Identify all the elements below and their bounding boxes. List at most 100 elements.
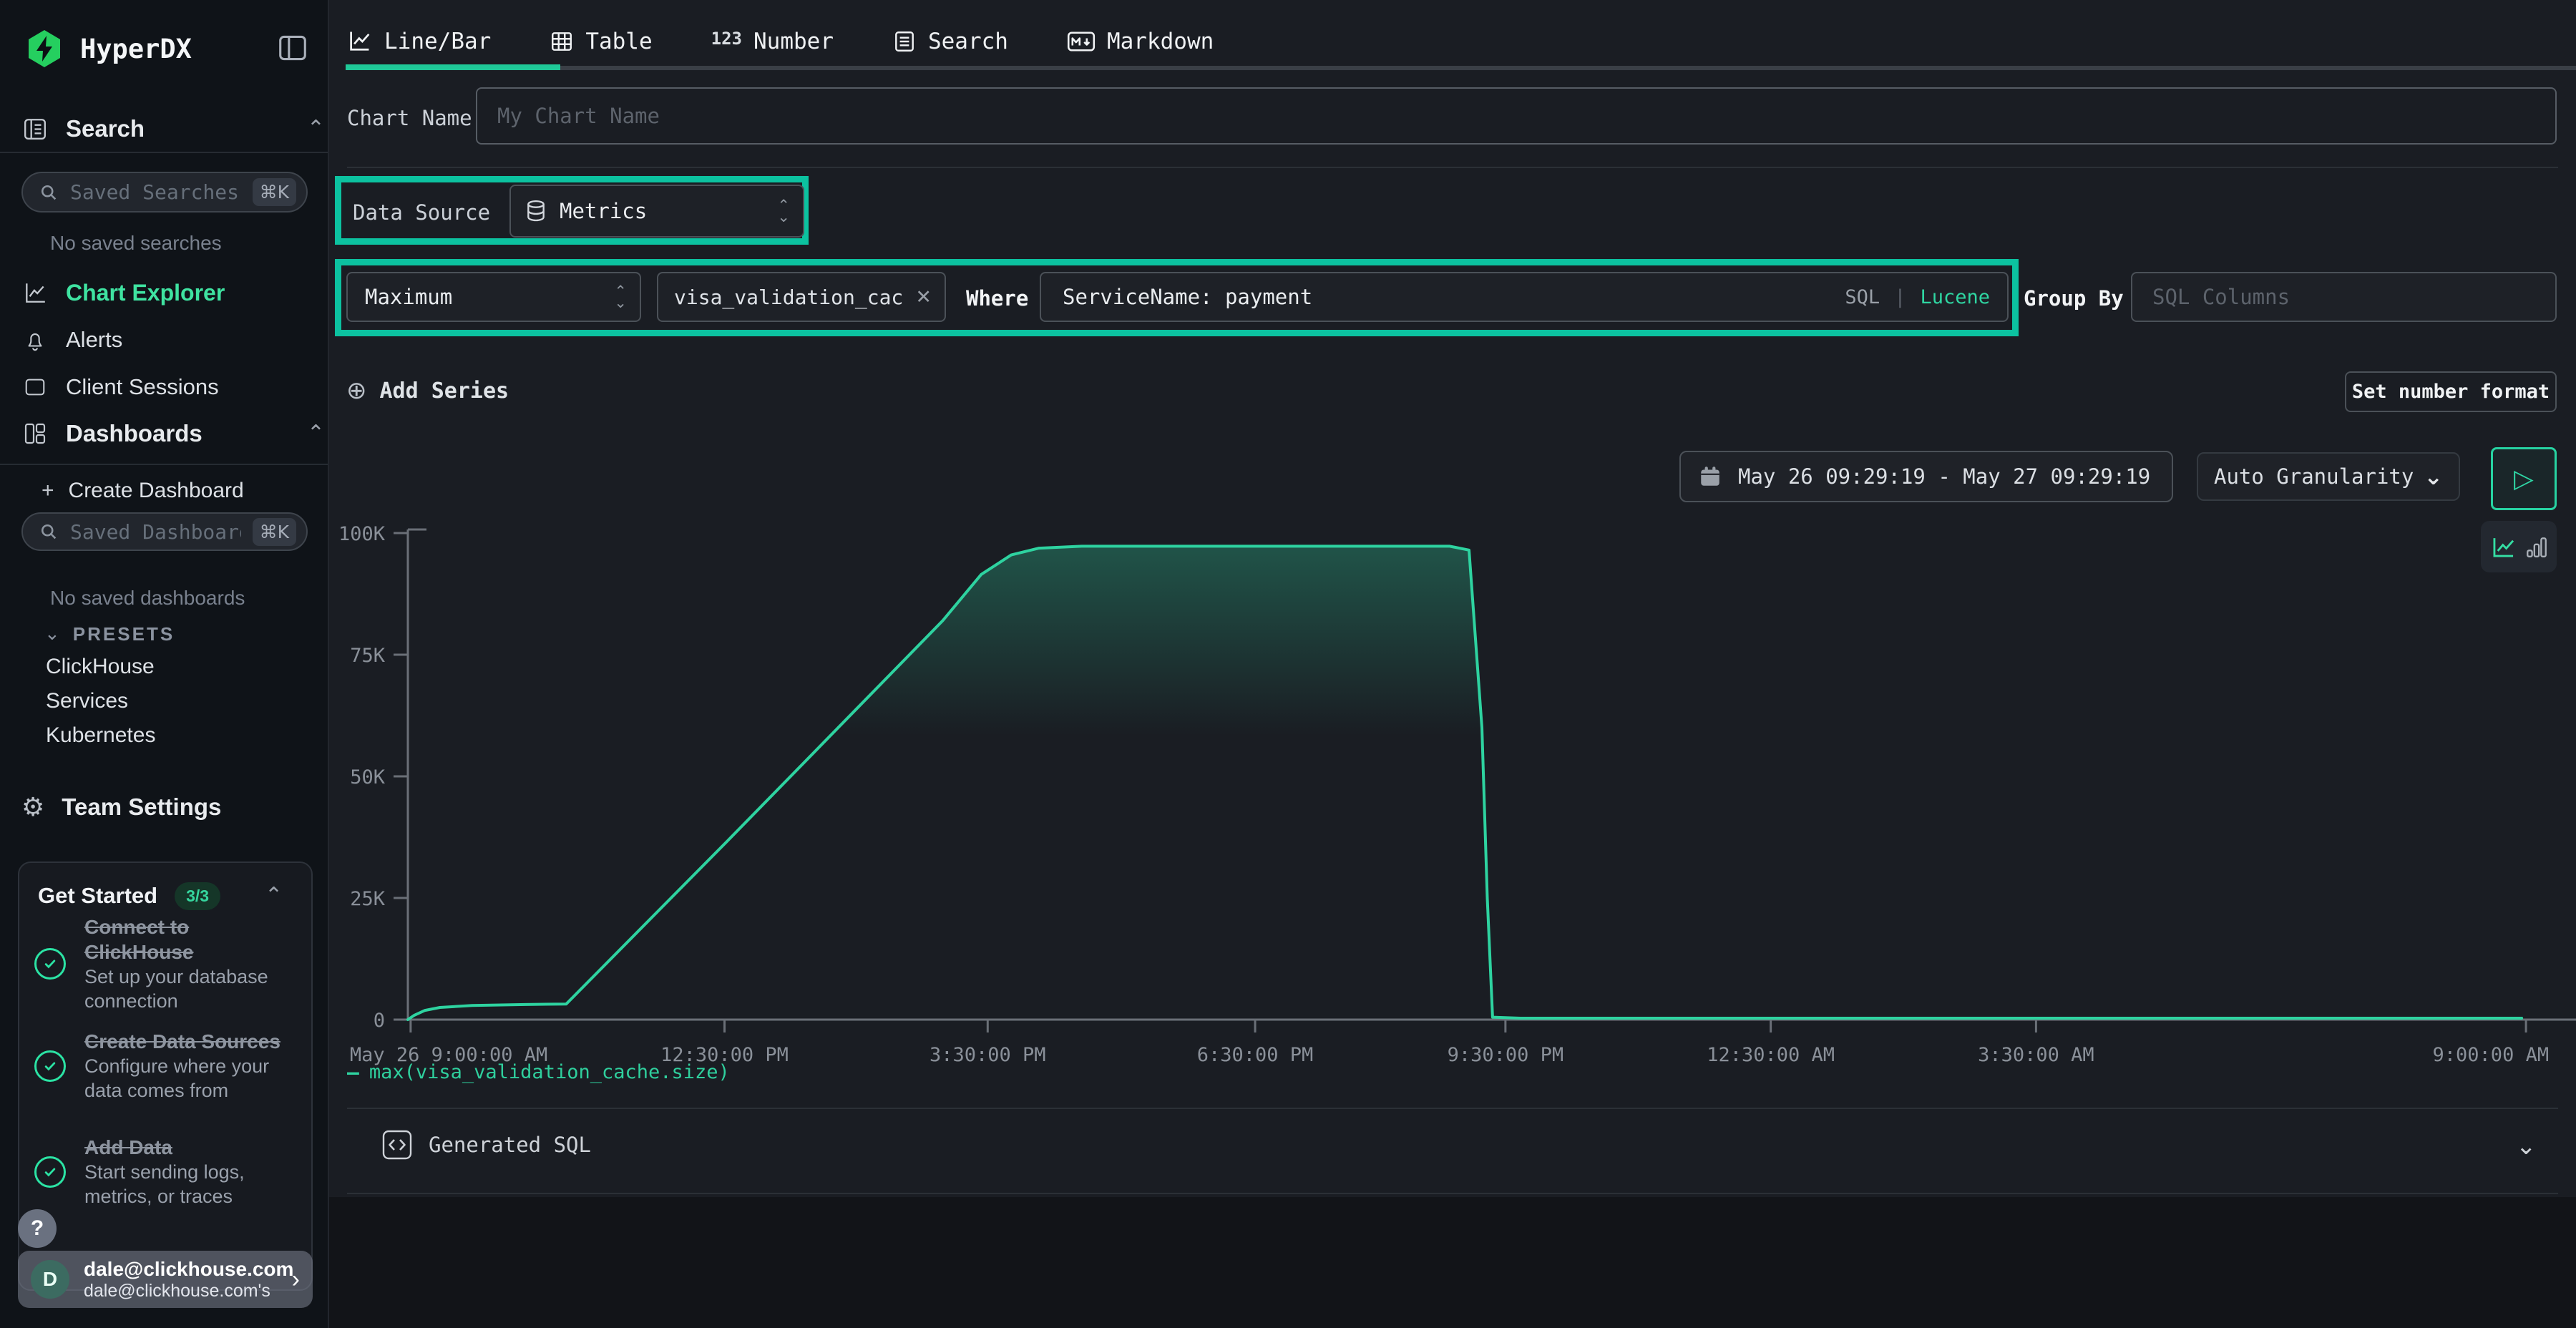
generated-sql-label: Generated SQL (429, 1133, 591, 1157)
tab-markdown[interactable]: Markdown (1067, 29, 1214, 54)
client-sessions-label: Client Sessions (66, 374, 219, 400)
search-section-label: Search (66, 115, 145, 142)
client-sessions-icon (23, 375, 47, 399)
create-dashboard-button[interactable]: + Create Dashboard (0, 475, 369, 507)
chevron-up-icon[interactable]: ⌃ (265, 885, 283, 907)
svg-text:50K: 50K (350, 766, 386, 788)
generated-sql-header[interactable]: Generated SQL (381, 1129, 591, 1161)
tab-line-bar[interactable]: Line/Bar (347, 29, 491, 54)
check-circle-icon (34, 948, 66, 980)
granularity-value: Auto Granularity (2214, 464, 2414, 489)
where-field[interactable]: SQL | Lucene (1040, 272, 2009, 322)
get-started-item-desc: Configure where your data comes from (84, 1054, 292, 1103)
chart-name-input[interactable] (496, 103, 2537, 129)
group-by-input[interactable] (2151, 284, 2537, 310)
list-icon (892, 29, 917, 54)
tab-table[interactable]: Table (550, 29, 652, 54)
help-button[interactable]: ? (18, 1209, 57, 1248)
dashboards-section-label: Dashboards (66, 420, 203, 447)
chevron-up-icon[interactable]: ⌃ (307, 423, 325, 444)
user-email: dale@clickhouse.com (84, 1258, 278, 1281)
svg-text:6:30:00 PM: 6:30:00 PM (1197, 1044, 1314, 1066)
date-range-picker[interactable]: May 26 09:29:19 - May 27 09:29:19 (1679, 451, 2173, 502)
chart-explorer-icon (23, 280, 47, 305)
help-label: ? (31, 1216, 44, 1241)
lucene-toggle[interactable]: Lucene (1920, 286, 1990, 308)
user-org: dale@clickhouse.com's (84, 1281, 278, 1302)
legend-dash-icon: — (347, 1060, 359, 1084)
chart-explorer-label: Chart Explorer (66, 280, 225, 306)
check-circle-icon (34, 1050, 66, 1082)
divider (0, 152, 328, 153)
tab-search[interactable]: Search (892, 29, 1008, 54)
command-k-shortcut: ⌘K (253, 518, 296, 546)
bell-icon (23, 328, 47, 352)
check-circle-icon (34, 1156, 66, 1188)
chart-legend[interactable]: — max(visa_validation_cache.size) (347, 1060, 730, 1084)
search-icon (39, 522, 59, 542)
dashboards-icon (23, 421, 47, 446)
no-saved-searches-text: No saved searches (0, 230, 378, 256)
get-started-item-desc: Set up your database connection (84, 965, 292, 1013)
chevron-up-icon[interactable]: ⌃ (307, 118, 325, 140)
sidebar-item-team-settings[interactable]: ⚙ Team Settings (0, 790, 349, 824)
logo-text: HyperDX (80, 34, 192, 64)
number-123-icon: 123 (711, 29, 742, 49)
aggregation-value: Maximum (365, 285, 452, 309)
saved-dashboards-search[interactable]: ⌘K (21, 512, 308, 551)
get-started-item-connect[interactable]: Connect to ClickHouse Set up your databa… (34, 914, 292, 1013)
collapse-sidebar-icon[interactable] (278, 34, 308, 62)
plus-icon: + (42, 479, 54, 503)
saved-searches-input[interactable] (69, 180, 243, 205)
saved-dashboards-input[interactable] (69, 519, 243, 545)
line-chart-icon (347, 29, 373, 54)
sidebar-section-dashboards[interactable]: Dashboards ⌃ (0, 416, 351, 451)
saved-searches-search[interactable]: ⌘K (21, 172, 308, 213)
create-dashboard-label: Create Dashboard (69, 479, 244, 503)
chevron-down-icon: ⌄ (44, 625, 60, 643)
get-started-header[interactable]: Get Started 3/3 ⌃ (0, 880, 366, 912)
where-input[interactable] (1061, 284, 1830, 310)
svg-text:25K: 25K (350, 888, 386, 910)
group-by-field[interactable] (2131, 272, 2557, 322)
chevron-down-icon[interactable]: ⌄ (2516, 1134, 2537, 1158)
data-source-select[interactable]: Metrics ⌃⌄ (509, 185, 804, 238)
sidebar-item-client-sessions[interactable]: Client Sessions (0, 371, 351, 404)
sidebar-item-clickhouse[interactable]: ClickHouse (0, 653, 374, 681)
date-range-value: May 26 09:29:19 - May 27 09:29:19 (1738, 464, 2150, 489)
app-window: HyperDX Search ⌃ ⌘K No s (0, 0, 2576, 1328)
timeseries-chart[interactable]: 025K50K75K100KMay 26 9:00:00 AM12:30:00 … (329, 501, 2576, 1095)
user-menu[interactable]: D dale@clickhouse.com dale@clickhouse.co… (18, 1251, 313, 1308)
svg-text:3:30:00 AM: 3:30:00 AM (1978, 1044, 2094, 1066)
sidebar-item-alerts[interactable]: Alerts (0, 323, 351, 356)
divider (0, 464, 328, 465)
set-number-format-button[interactable]: Set number format (2345, 371, 2557, 412)
svg-text:9:00:00 AM: 9:00:00 AM (2433, 1044, 2550, 1066)
sidebar: HyperDX Search ⌃ ⌘K No s (0, 0, 329, 1328)
get-started-item-sources[interactable]: Create Data Sources Configure where your… (34, 1029, 292, 1103)
get-started-item-add-data[interactable]: Add Data Start sending logs, metrics, or… (34, 1135, 292, 1209)
metric-tag[interactable]: visa_validation_cach ✕ (657, 272, 946, 322)
alerts-label: Alerts (66, 327, 122, 353)
command-k-shortcut: ⌘K (253, 178, 296, 206)
get-started-title: Get Started (38, 883, 157, 909)
no-saved-dashboards-text: No saved dashboards (0, 585, 378, 611)
divider (347, 1193, 2558, 1194)
close-icon[interactable]: ✕ (915, 286, 932, 308)
table-icon (550, 29, 574, 54)
add-series-button[interactable]: ⊕ Add Series (346, 376, 509, 405)
tab-number[interactable]: 123 Number (711, 29, 834, 54)
search-section-icon (23, 117, 47, 141)
presets-toggle[interactable]: ⌄ PRESETS (0, 621, 372, 647)
sidebar-item-chart-explorer[interactable]: Chart Explorer (0, 276, 351, 309)
sql-toggle[interactable]: SQL (1845, 286, 1880, 308)
granularity-select[interactable]: Auto Granularity ⌄ (2197, 452, 2460, 501)
toggle-divider: | (1894, 286, 1906, 308)
aggregation-select[interactable]: Maximum ⌃⌄ (346, 272, 641, 322)
presets-label: PRESETS (73, 623, 175, 645)
avatar: D (31, 1260, 69, 1299)
sidebar-item-services[interactable]: Services (0, 687, 374, 716)
sidebar-item-kubernetes[interactable]: Kubernetes (0, 721, 374, 750)
sidebar-section-search[interactable]: Search ⌃ (0, 112, 351, 146)
chart-name-field[interactable] (476, 87, 2557, 145)
